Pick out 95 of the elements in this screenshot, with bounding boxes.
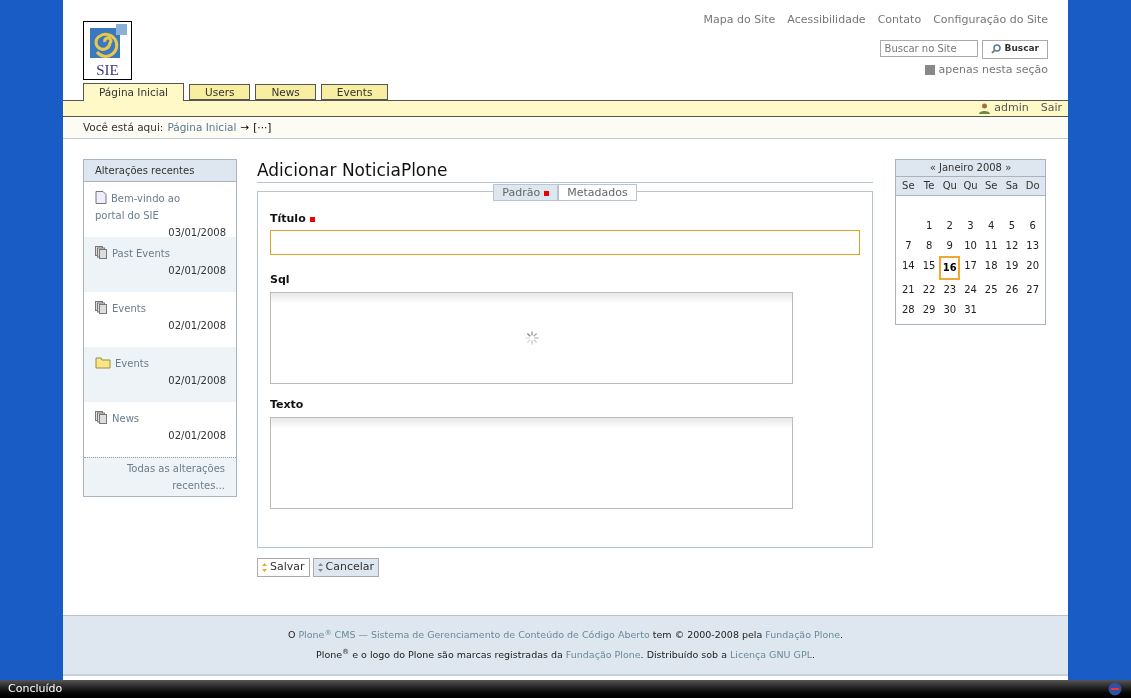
item-date: 03/01/2008	[167, 226, 226, 240]
weekday-label: Qu	[962, 179, 979, 193]
all-changes-link[interactable]: Todas as alterações recentes...	[84, 457, 236, 496]
field-label: Sql	[270, 273, 290, 286]
calendar-day[interactable]: 15	[918, 256, 940, 280]
calendar-day[interactable]: 18	[980, 256, 1002, 280]
item-date: 02/01/2008	[167, 264, 226, 278]
nav-tab[interactable]: News	[255, 84, 316, 100]
scope-label: apenas nesta seção	[938, 61, 1048, 78]
calendar-day[interactable]: 12	[1001, 236, 1023, 256]
calendar-day[interactable]: 14	[898, 256, 919, 280]
form-button[interactable]: Salvar	[257, 558, 310, 577]
calendar-day[interactable]: 23	[939, 280, 961, 300]
fieldset-tab[interactable]: Metadados	[558, 184, 637, 201]
footer-text: O Plone$^{®}$ CMS — Sistema de Gerenciamento de Conteúdo de Código Aberto tem © 2000-2008 pela Fundação Plone.	[287, 628, 844, 643]
recent-item-link[interactable]: Bem-vindo ao portal do SIE	[95, 190, 226, 224]
calendar-day[interactable]: 9	[939, 236, 961, 256]
calendar-day[interactable]: 19	[1001, 256, 1023, 280]
logo-text: SIE	[96, 62, 119, 78]
recent-item-link[interactable]: Events	[95, 355, 226, 372]
calendar-day[interactable]: 24	[960, 280, 981, 300]
document-icon	[95, 191, 107, 204]
recent-item-link[interactable]: News	[95, 410, 226, 427]
calendar-day[interactable]: 27	[1022, 280, 1043, 300]
text-area[interactable]	[270, 417, 793, 509]
search-field[interactable]: Buscar no Site	[879, 39, 978, 57]
footer-text: Plone$^{®}$ e o logo do Plone são marcas registradas da Fundação Plone. Distribuído sob a Licença GNU GPL.	[316, 647, 815, 662]
documents-icon	[95, 411, 108, 424]
search-icon	[990, 44, 1001, 54]
item-date: 02/01/2008	[167, 319, 226, 333]
calendar-day[interactable]: 2	[939, 216, 961, 236]
text-area[interactable]	[270, 292, 793, 384]
page-title: Adicionar NoticiaPlone	[257, 159, 873, 183]
weekday-label: Te	[922, 179, 936, 193]
weekday-label: Se	[901, 179, 916, 193]
portlet-header: Alterações recentes	[84, 160, 236, 182]
recent-item-link[interactable]: Past Events	[95, 245, 226, 262]
weekday-label: Sa	[1004, 179, 1020, 193]
arrows-icon	[262, 563, 267, 572]
site-action-link[interactable]: Configuração do Site	[933, 12, 1048, 29]
calendar-day[interactable]: 20	[1022, 256, 1043, 280]
calendar-day[interactable]: 4	[980, 216, 1002, 236]
nav-tab[interactable]: Users	[189, 84, 251, 100]
site-action-link[interactable]: Mapa do Site	[703, 12, 776, 29]
calendar-day[interactable]: 31	[960, 300, 981, 320]
fieldset-tab[interactable]: Padrão	[493, 184, 559, 201]
field-label: Título	[270, 212, 306, 225]
field-label: Texto	[270, 398, 304, 411]
breadcrumb-label: Você está aqui:	[83, 119, 164, 135]
arrows-icon	[317, 563, 323, 572]
calendar-day[interactable]: 28	[898, 300, 919, 320]
calendar-day[interactable]: 6	[1022, 216, 1043, 236]
form-button[interactable]: Cancelar	[312, 558, 380, 577]
weekday-label: Se	[983, 179, 999, 193]
status-icon	[1107, 682, 1123, 696]
documents-icon	[95, 246, 108, 259]
title-input[interactable]	[270, 230, 860, 255]
site-action-link[interactable]: Contato	[877, 12, 922, 29]
breadcrumb-separator: →	[240, 119, 250, 135]
weekday-label: Do	[1024, 179, 1041, 193]
calendar-day[interactable]: 10	[960, 236, 981, 256]
breadcrumb-link[interactable]: Página Inicial	[167, 119, 237, 136]
calendar-day[interactable]: 16	[939, 256, 961, 280]
folder-icon	[95, 356, 111, 369]
site-action-link[interactable]: Acessibilidade	[787, 12, 866, 29]
nav-tab[interactable]: Página Inicial	[83, 83, 184, 101]
calendar-day[interactable]: 21	[898, 280, 919, 300]
search-button[interactable]: Buscar	[981, 39, 1048, 59]
calendar-day[interactable]: 13	[1022, 236, 1043, 256]
user-link[interactable]: admin	[979, 100, 1029, 117]
nav-tab[interactable]: Events	[320, 84, 389, 100]
logout-link[interactable]: Sair	[1040, 100, 1062, 117]
calendar-day[interactable]: 5	[1001, 216, 1023, 236]
breadcrumb-link[interactable]: [···]	[253, 119, 272, 136]
status-text: Concluído	[8, 680, 63, 697]
documents-icon	[95, 301, 108, 314]
calendar-day[interactable]: 3	[960, 216, 981, 236]
calendar-header[interactable]: « Janeiro 2008 »	[896, 160, 1045, 177]
weekday-label: Qu	[941, 179, 958, 193]
calendar-day[interactable]: 11	[980, 236, 1002, 256]
calendar-day[interactable]: 29	[918, 300, 940, 320]
item-date: 02/01/2008	[167, 374, 226, 388]
calendar-day[interactable]: 7	[898, 236, 919, 256]
calendar-day[interactable]: 8	[918, 236, 940, 256]
sie-logo[interactable]: SIE	[83, 21, 132, 80]
calendar-day[interactable]: 1	[918, 216, 940, 236]
recent-item-link[interactable]: Events	[95, 300, 226, 317]
calendar-day[interactable]: 26	[1001, 280, 1023, 300]
scope-checkbox[interactable]	[924, 64, 935, 75]
item-date: 02/01/2008	[167, 429, 226, 443]
calendar-day[interactable]: 22	[918, 280, 940, 300]
calendar-day[interactable]: 17	[960, 256, 981, 280]
calendar-day[interactable]: 25	[980, 280, 1002, 300]
user-icon	[979, 103, 991, 114]
calendar-day[interactable]: 30	[939, 300, 961, 320]
